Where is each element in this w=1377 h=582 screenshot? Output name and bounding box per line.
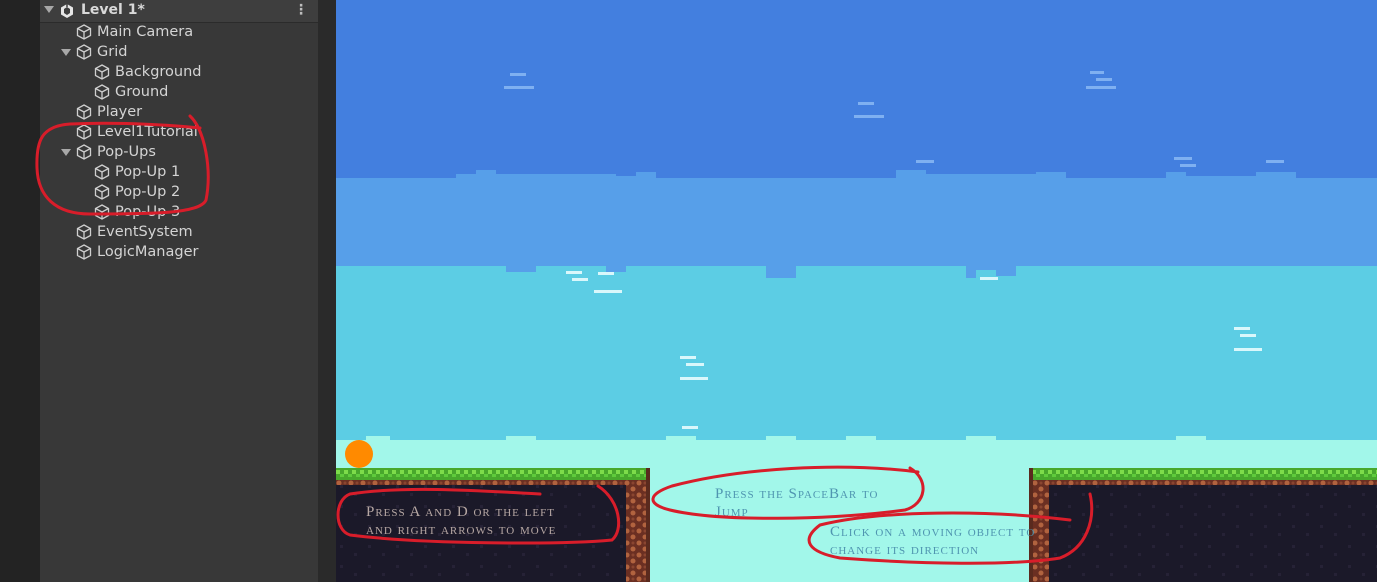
hierarchy-item-label: Player: [97, 104, 143, 120]
tutorial-jump-line-1: Press the SpaceBar to: [715, 486, 879, 502]
hierarchy-item-label: EventSystem: [97, 224, 193, 240]
gameobject-cube-icon: [76, 244, 92, 260]
hierarchy-item-player[interactable]: Player: [40, 102, 318, 122]
hierarchy-item-label: Pop-Up 1: [115, 164, 181, 180]
expand-arrow-icon[interactable]: [61, 49, 71, 56]
gameobject-cube-icon: [76, 24, 92, 40]
game-view[interactable]: Press A and D or the left and right arro…: [336, 0, 1377, 582]
hierarchy-item-pop-up-2[interactable]: Pop-Up 2: [40, 182, 318, 202]
hierarchy-item-label: Pop-Up 2: [115, 184, 181, 200]
hierarchy-item-label: Grid: [97, 44, 128, 60]
gameobject-cube-icon: [76, 104, 92, 120]
sky-band-low: [336, 266, 1377, 446]
tutorial-move-text: Press A and D or the left and right arro…: [366, 503, 556, 539]
hierarchy-item-label: Main Camera: [97, 24, 194, 40]
gameobject-cube-icon: [76, 144, 92, 160]
gameobject-cube-icon: [76, 124, 92, 140]
scene-title: Level 1*: [81, 2, 145, 18]
hierarchy-item-background[interactable]: Background: [40, 62, 318, 82]
hierarchy-item-pop-up-3[interactable]: Pop-Up 3: [40, 202, 318, 222]
hierarchy-item-label: LogicManager: [97, 244, 199, 260]
hierarchy-item-label: Background: [115, 64, 202, 80]
tutorial-direction-line-1: Click on a moving object to: [830, 524, 1036, 540]
hierarchy-item-level1tutorial[interactable]: Level1Tutorial: [40, 122, 318, 142]
kebab-menu-icon[interactable]: ⋮: [294, 2, 308, 18]
hierarchy-item-grid[interactable]: Grid: [40, 42, 318, 62]
collapse-arrow-icon[interactable]: [44, 6, 54, 13]
hierarchy-item-ground[interactable]: Ground: [40, 82, 318, 102]
gameobject-cube-icon: [94, 184, 110, 200]
tutorial-jump-line-2: Jump: [715, 504, 749, 520]
tutorial-move-line-1: Press A and D or the left: [366, 504, 555, 520]
hierarchy-panel: Level 1* ⋮ Main Camera Grid Background Grou…: [40, 0, 318, 582]
gameobject-cube-icon: [94, 64, 110, 80]
sky-band-top: [336, 0, 1377, 182]
hierarchy-item-logicmanager[interactable]: LogicManager: [40, 242, 318, 262]
hierarchy-item-eventsystem[interactable]: EventSystem: [40, 222, 318, 242]
gameobject-cube-icon: [76, 44, 92, 60]
expand-arrow-icon[interactable]: [61, 149, 71, 156]
hierarchy-item-pop-up-1[interactable]: Pop-Up 1: [40, 162, 318, 182]
left-dock-strip: [0, 0, 40, 582]
player-ball: [345, 440, 373, 468]
gameobject-cube-icon: [94, 204, 110, 220]
hierarchy-item-label: Pop-Ups: [97, 144, 156, 160]
hierarchy-item-label: Pop-Up 3: [115, 204, 181, 220]
gameobject-cube-icon: [94, 84, 110, 100]
tutorial-move-line-2: and right arrows to move: [366, 522, 557, 538]
hierarchy-item-pop-ups[interactable]: Pop-Ups: [40, 142, 318, 162]
tutorial-direction-text: Click on a moving object to change its d…: [830, 523, 1035, 559]
right-ground-platform: [1029, 468, 1377, 582]
panel-divider[interactable]: [318, 0, 336, 582]
gameobject-cube-icon: [76, 224, 92, 240]
gameobject-cube-icon: [94, 164, 110, 180]
hierarchy-item-label: Level1Tutorial: [97, 124, 198, 140]
tutorial-direction-line-2: change its direction: [830, 542, 980, 558]
hierarchy-item-main-camera[interactable]: Main Camera: [40, 22, 318, 42]
tutorial-jump-text: Press the SpaceBar to Jump: [715, 485, 878, 521]
hierarchy-item-label: Ground: [115, 84, 169, 100]
unity-scene-icon: [61, 4, 73, 18]
scene-header[interactable]: Level 1* ⋮: [40, 0, 318, 23]
